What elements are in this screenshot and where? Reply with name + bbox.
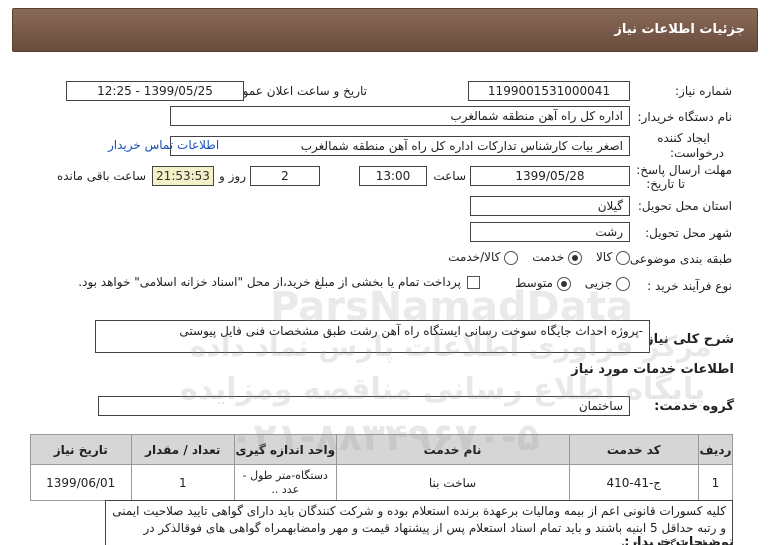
days-label: روز و <box>219 169 246 183</box>
column-header-date: تاریخ نیاز <box>30 434 132 465</box>
category-option-goods[interactable]: کالا <box>596 250 630 265</box>
category-option-service[interactable]: خدمت <box>532 250 582 265</box>
process-radio-group: جزیی متوسط <box>515 276 630 291</box>
service-group-field: ساختمان <box>98 396 630 416</box>
buyer-label: نام دستگاه خریدار: <box>637 110 733 124</box>
table-row: 1 ج-41-410 ساخت بنا دستگاه-متر طول - عدد… <box>30 464 734 501</box>
city-label: شهر محل تحویل: <box>645 226 732 240</box>
radio-icon <box>616 276 630 291</box>
column-header-index: ردیف <box>697 434 734 465</box>
remaining-time-field: 21:53:53 <box>152 166 214 186</box>
radio-selected-icon <box>567 250 582 265</box>
service-group-label: گروه خدمت: <box>654 399 734 414</box>
requester-field: اصغر بیات کارشناس تدارکات اداره کل راه آ… <box>170 136 630 156</box>
announce-date-field: 1399/05/25 - 12:25 <box>66 81 244 101</box>
radio-icon <box>504 250 519 265</box>
column-header-code: کد خدمت <box>568 434 699 465</box>
cell-code: ج-41-410 <box>568 464 699 501</box>
buyer-contact-link[interactable]: اطلاعات تماس خریدار <box>108 138 219 152</box>
checkbox-icon[interactable] <box>467 275 480 289</box>
payment-note-text: پرداخت تمام یا بخشی از مبلغ خرید،از محل … <box>78 275 461 289</box>
page-header: جزئیات اطلاعات نیاز <box>12 8 758 52</box>
page-title: جزئیات اطلاعات نیاز <box>614 22 745 37</box>
category-option-goods-service[interactable]: کالا/خدمت <box>448 250 519 265</box>
column-header-name: نام خدمت <box>335 434 570 465</box>
summary-label: شرح کلی نیاز: <box>640 332 734 347</box>
column-header-unit: واحد اندازه گیری <box>234 434 337 465</box>
category-label: طبقه بندی موضوعی: <box>625 252 732 266</box>
remaining-time-label: ساعت باقی مانده <box>56 169 146 183</box>
province-field: گیلان <box>470 196 630 216</box>
cell-name: ساخت بنا <box>335 464 570 501</box>
services-table: ردیف کد خدمت نام خدمت واحد اندازه گیری ت… <box>30 434 734 501</box>
radio-selected-icon <box>556 276 571 291</box>
process-option-medium[interactable]: متوسط <box>515 276 571 291</box>
province-label: استان محل تحویل: <box>637 199 732 213</box>
cell-unit: دستگاه-متر طول - عدد .. <box>234 464 337 501</box>
buyer-notes-field: کلیه کسورات قانونی اعم از بیمه ومالیات ب… <box>105 500 733 545</box>
process-label: نوع فرآیند خرید : <box>647 279 732 293</box>
cell-qty: 1 <box>130 464 236 501</box>
cell-index: 1 <box>697 464 734 501</box>
process-option-minor[interactable]: جزیی <box>585 276 630 291</box>
deadline-label-2: تا تاریخ: <box>646 177 685 191</box>
radio-icon <box>616 250 630 265</box>
payment-note: پرداخت تمام یا بخشی از مبلغ خرید،از محل … <box>78 275 480 289</box>
cell-date: 1399/06/01 <box>30 464 132 501</box>
deadline-time-field: 13:00 <box>359 166 427 186</box>
column-header-qty: تعداد / مقدار <box>130 434 236 465</box>
city-field: رشت <box>470 222 630 242</box>
requester-label-2: درخواست: <box>670 146 724 160</box>
deadline-date-field: 1399/05/28 <box>470 166 630 186</box>
deadline-label-1: مهلت ارسال پاسخ: <box>636 163 732 177</box>
need-number-field: 1199001531000041 <box>468 81 630 101</box>
summary-field: -پروژه احداث جایگاه سوخت رسانی ایستگاه ر… <box>95 320 650 353</box>
services-section-title: اطلاعات خدمات مورد نیاز <box>571 362 734 377</box>
category-radio-group: کالا خدمت کالا/خدمت <box>448 250 630 265</box>
remaining-days-field: 2 <box>250 166 320 186</box>
deadline-time-label: ساعت <box>433 169 466 183</box>
table-header-row: ردیف کد خدمت نام خدمت واحد اندازه گیری ت… <box>30 434 734 465</box>
requester-label-1: ایجاد کننده <box>657 131 710 145</box>
need-number-label: شماره نیاز: <box>675 84 732 98</box>
buyer-field: اداره کل راه آهن منطقه شمالغرب <box>170 106 630 126</box>
